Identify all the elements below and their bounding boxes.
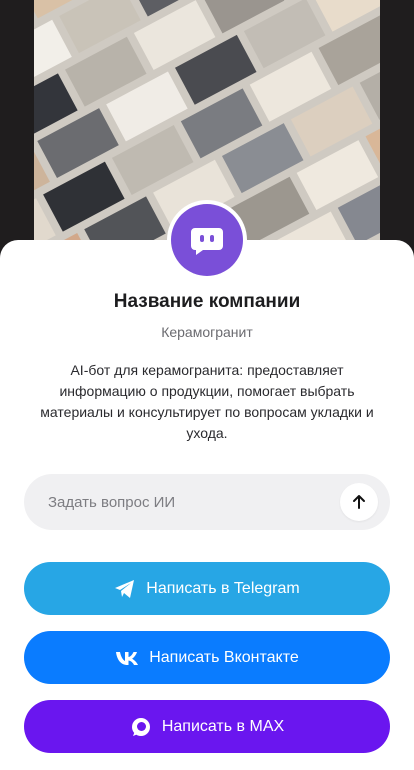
max-chat-icon	[130, 716, 152, 738]
company-name: Название компании	[113, 291, 301, 312]
telegram-icon	[114, 579, 136, 599]
avatar	[167, 200, 247, 280]
ask-ai-input[interactable]	[48, 474, 338, 530]
arrow-up-icon	[353, 495, 365, 509]
telegram-button[interactable]: Написать в Telegram	[24, 562, 390, 615]
max-button[interactable]: Написать в MAX	[24, 700, 390, 753]
ask-ai-field	[24, 474, 390, 530]
vk-icon	[115, 650, 139, 666]
vk-button-label: Написать Вконтакте	[149, 648, 299, 666]
telegram-button-label: Написать в Telegram	[146, 579, 300, 597]
company-description: AI-бот для керамогранита: предоставляет …	[40, 362, 374, 441]
vk-button[interactable]: Написать Вконтакте	[24, 631, 390, 684]
chat-bot-icon	[171, 204, 243, 276]
company-category: Керамогранит	[161, 324, 253, 340]
send-button[interactable]	[340, 483, 378, 521]
max-button-label: Написать в MAX	[161, 717, 285, 735]
